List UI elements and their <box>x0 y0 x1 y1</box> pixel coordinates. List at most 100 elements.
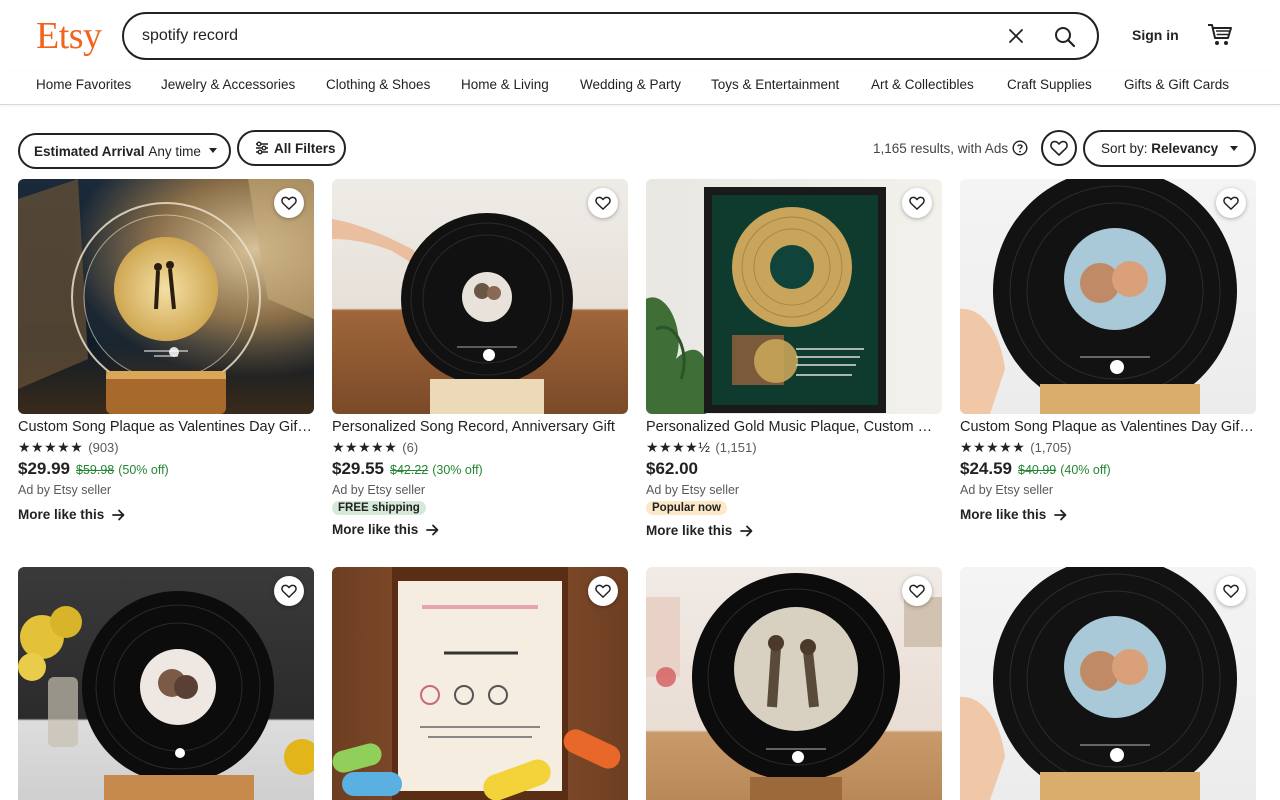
heart-icon <box>595 196 611 210</box>
all-filters-button[interactable]: All Filters <box>237 130 346 166</box>
cart-icon <box>1208 24 1232 45</box>
sale-price: $29.99 <box>18 459 70 478</box>
heart-icon <box>1223 196 1239 210</box>
search-button[interactable] <box>1048 20 1082 54</box>
star-rating: ★★★★★ <box>960 438 1026 455</box>
listing-rating: ★★★★★ (1,705) <box>960 439 1256 455</box>
listing-image[interactable] <box>960 179 1256 414</box>
category-toys-entertainment[interactable]: Toys & Entertainment <box>711 77 839 92</box>
review-count: (903) <box>88 439 119 455</box>
listing-card <box>332 567 628 800</box>
category-jewelry-accessories[interactable]: Jewelry & Accessories <box>161 77 295 92</box>
listing-rating: ★★★★½ (1,151) <box>646 439 942 455</box>
category-art-collectibles[interactable]: Art & Collectibles <box>871 77 974 92</box>
listing-title[interactable]: Personalized Song Record, Anniversary Gi… <box>332 418 628 436</box>
results-count: 1,165 results, with Ads <box>873 140 1028 156</box>
category-gifts-gift-cards[interactable]: Gifts & Gift Cards <box>1124 77 1229 92</box>
save-search-button[interactable] <box>1041 130 1077 166</box>
listing-image[interactable] <box>332 179 628 414</box>
listing-image[interactable] <box>18 179 314 414</box>
search-input[interactable] <box>142 24 982 48</box>
listing-card: Custom Song Plaque as Valentines Day Gif… <box>18 179 314 522</box>
review-count: (6) <box>402 439 419 455</box>
help-icon[interactable] <box>1012 140 1028 156</box>
more-like-this-link[interactable]: More like this <box>18 507 314 522</box>
category-craft-supplies[interactable]: Craft Supplies <box>1007 77 1092 92</box>
arrow-right-icon <box>1054 509 1067 520</box>
ad-label: Ad by Etsy seller <box>960 483 1054 497</box>
ad-label: Ad by Etsy seller <box>646 483 740 497</box>
category-clothing-shoes[interactable]: Clothing & Shoes <box>326 77 430 92</box>
listing-image[interactable] <box>18 567 314 800</box>
category-home-favorites[interactable]: Home Favorites <box>36 77 131 92</box>
favorite-button[interactable] <box>588 188 618 218</box>
cart-button[interactable] <box>1206 20 1234 48</box>
favorite-button[interactable] <box>902 576 932 606</box>
listing-card: Personalized Gold Music Plaque, Custom R… <box>646 179 942 538</box>
heart-icon <box>595 584 611 598</box>
price-row: $29.55 $42.22 (30% off) <box>332 459 628 481</box>
category-home-living[interactable]: Home & Living <box>461 77 549 92</box>
category-wedding-party[interactable]: Wedding & Party <box>580 77 681 92</box>
results-text: 1,165 results, with Ads <box>873 140 1009 156</box>
more-like-this-link[interactable]: More like this <box>646 523 942 538</box>
glowing-acrylic-plaque-image <box>18 179 314 414</box>
listing-card: Personalized Song Record, Anniversary Gi… <box>332 179 628 537</box>
listing-image[interactable] <box>332 567 628 800</box>
heart-icon <box>909 196 925 210</box>
original-price: $42.22 <box>390 463 429 477</box>
discount-text: (50% off) <box>118 463 169 477</box>
listing-image[interactable] <box>646 179 942 414</box>
star-rating: ★★★★★ <box>332 438 398 455</box>
all-filters-label: All Filters <box>274 140 336 156</box>
clear-search-button[interactable] <box>1004 24 1028 48</box>
favorite-button[interactable] <box>1216 576 1246 606</box>
estimated-arrival-filter[interactable]: Estimated Arrival Any time <box>18 133 231 169</box>
review-count: (1,151) <box>715 439 757 455</box>
listing-title[interactable]: Custom Song Plaque as Valentines Day Gif… <box>18 418 314 436</box>
star-rating: ★★★★★ <box>18 438 84 455</box>
more-like-this-link[interactable]: More like this <box>332 522 628 537</box>
more-like-this-label: More like this <box>960 507 1047 522</box>
caret-down-icon <box>208 148 217 153</box>
sale-price: $62.00 <box>646 459 698 478</box>
star-rating: ★★★★½ <box>646 438 711 455</box>
heart-icon <box>909 584 925 598</box>
sign-in-link[interactable]: Sign in <box>1132 27 1179 43</box>
caret-down-icon <box>1230 145 1239 151</box>
vitamin-me-jar-image <box>332 567 621 800</box>
favorite-button[interactable] <box>902 188 932 218</box>
site-header: Etsy Sign in <box>0 0 1280 72</box>
listing-title[interactable]: Personalized Gold Music Plaque, Custom R… <box>646 418 942 436</box>
heart-icon <box>1223 584 1239 598</box>
search-bar <box>122 12 1099 60</box>
vinyl-couple-photo-image <box>646 573 942 800</box>
favorite-button[interactable] <box>274 576 304 606</box>
listing-card <box>646 567 942 800</box>
hand-holding-vinyl-image <box>960 179 1237 414</box>
category-nav: Home Favorites Jewelry & Accessories Clo… <box>0 72 1280 105</box>
sliders-icon <box>256 141 268 155</box>
heart-icon <box>1050 140 1068 156</box>
listing-title[interactable]: Custom Song Plaque as Valentines Day Gif… <box>960 418 1256 436</box>
listing-card: Custom Song Plaque as Valentines Day Gif… <box>960 179 1256 522</box>
favorite-button[interactable] <box>1216 188 1246 218</box>
ad-label: Ad by Etsy seller <box>18 483 112 497</box>
ad-label: Ad by Etsy seller <box>332 483 426 497</box>
popular-now-badge: Popular now <box>646 501 727 515</box>
arrow-right-icon <box>426 524 439 535</box>
sort-dropdown[interactable]: Sort by: Relevancy <box>1083 130 1256 167</box>
more-like-this-link[interactable]: More like this <box>960 507 1256 522</box>
listing-image[interactable] <box>960 567 1256 800</box>
etsy-logo[interactable]: Etsy <box>36 14 102 58</box>
arrow-right-icon <box>740 525 753 536</box>
heart-icon <box>281 584 297 598</box>
more-like-this-label: More like this <box>646 523 733 538</box>
listing-image[interactable] <box>646 567 942 800</box>
favorite-button[interactable] <box>588 576 618 606</box>
hand-holding-vinyl-image <box>960 567 1237 800</box>
favorite-button[interactable] <box>274 188 304 218</box>
original-price: $40.99 <box>1018 463 1057 477</box>
free-shipping-badge: FREE shipping <box>332 501 426 515</box>
price-row: $29.99 $59.98 (50% off) <box>18 459 314 481</box>
